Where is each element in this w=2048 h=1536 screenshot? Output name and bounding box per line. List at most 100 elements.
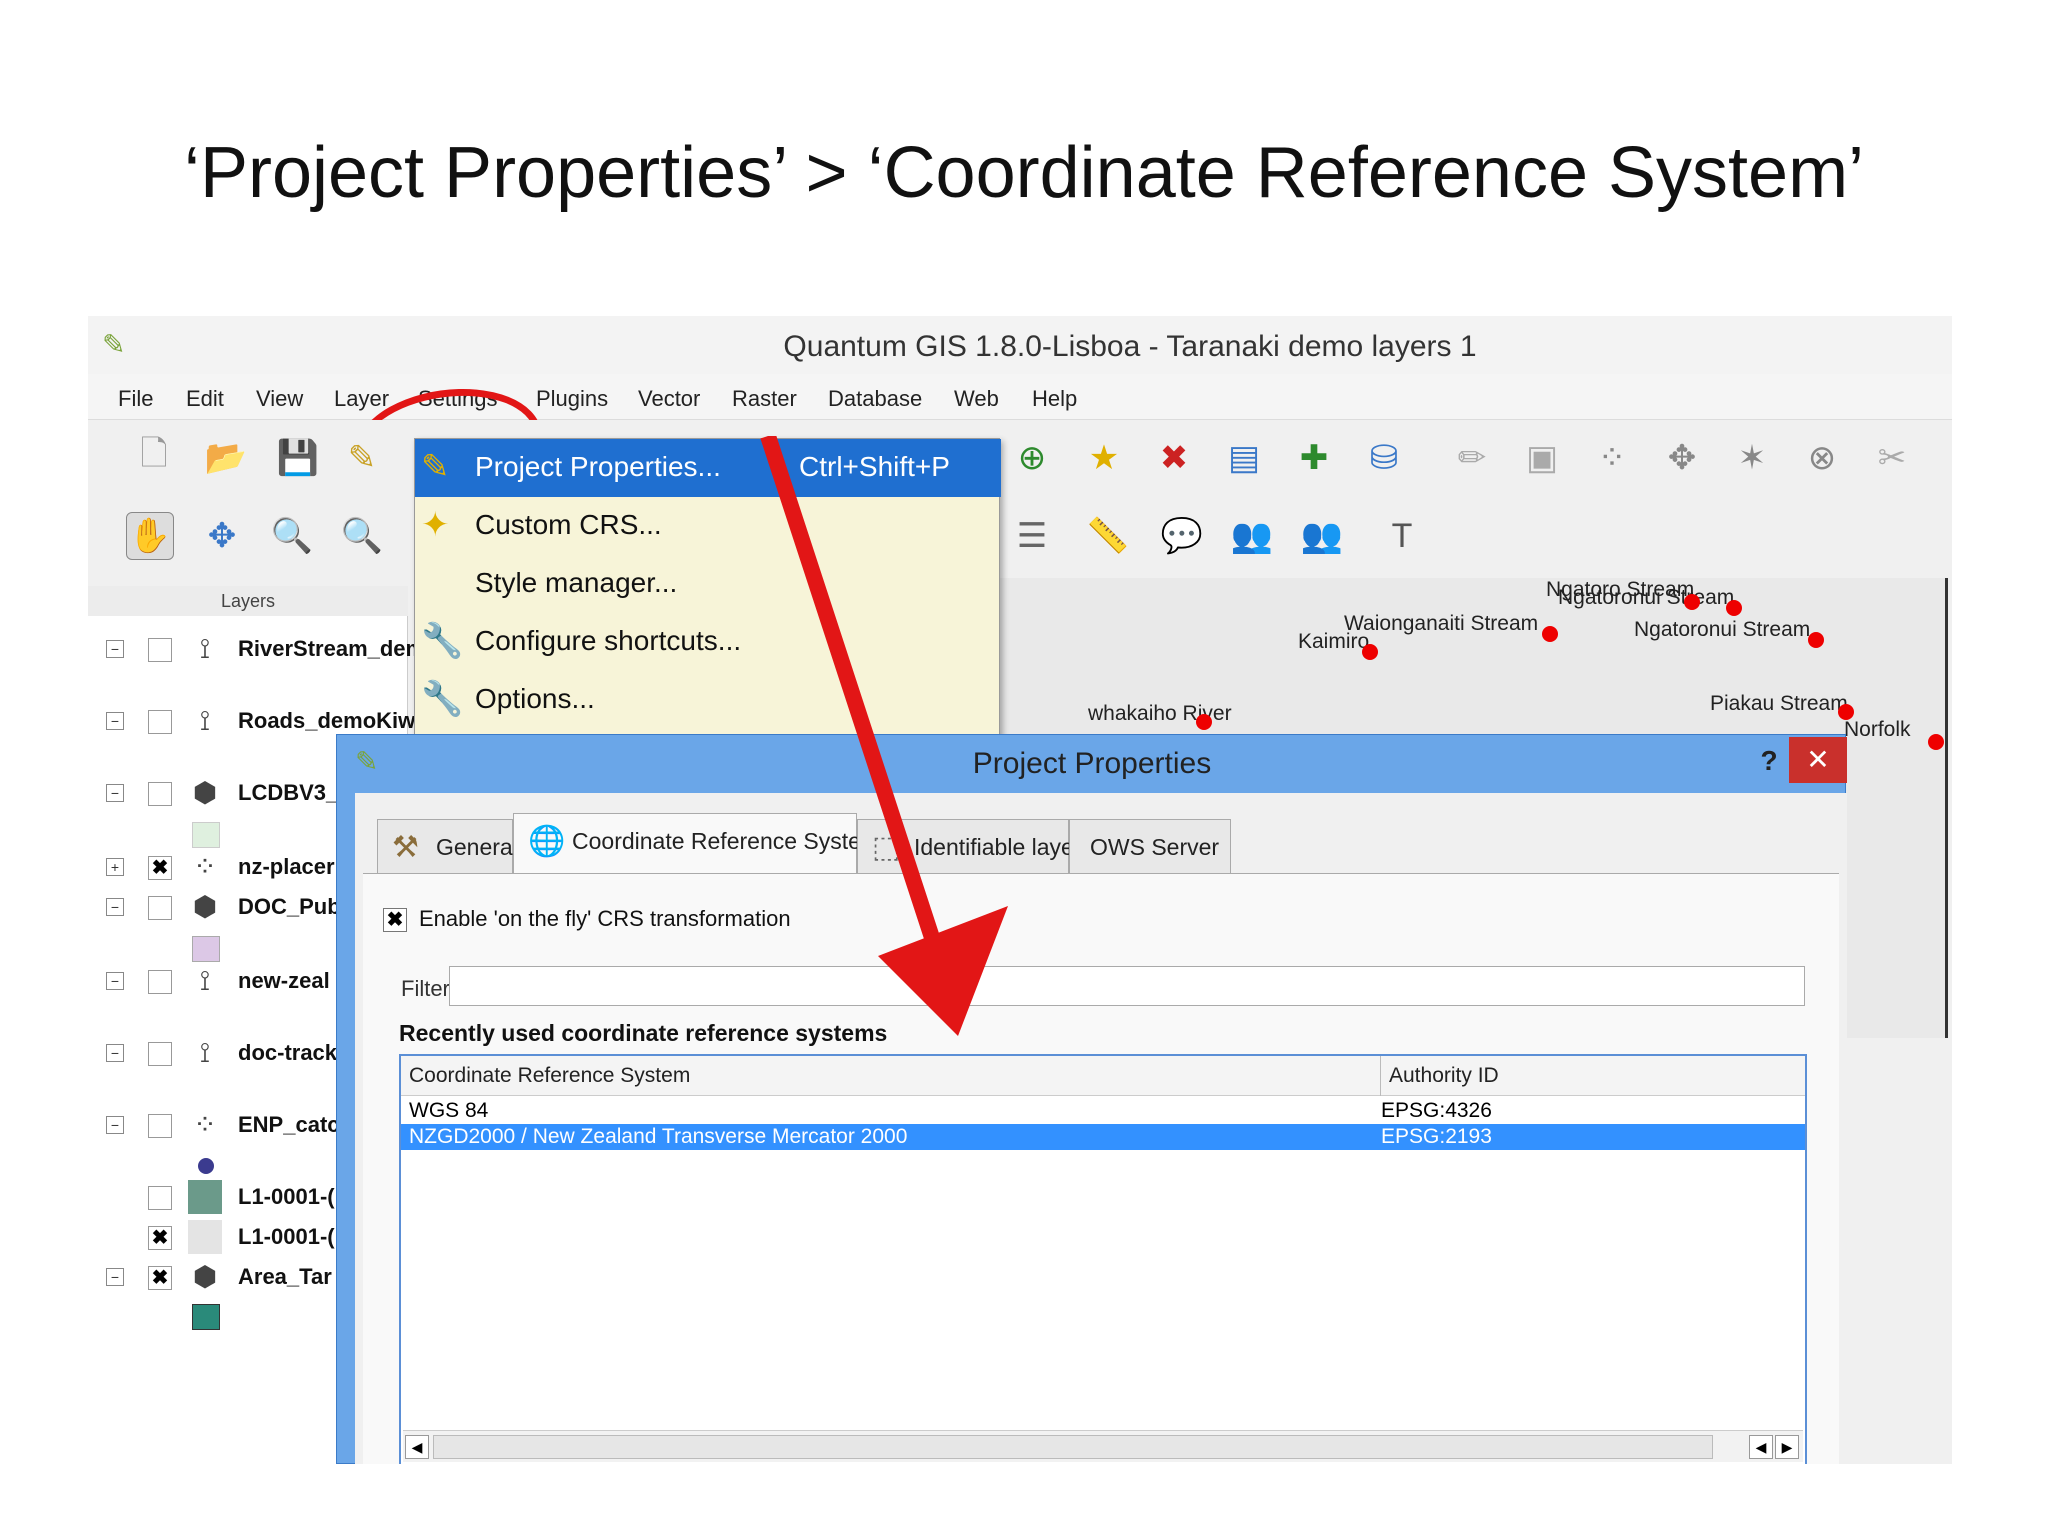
annotation-arrow-head: [878, 906, 1008, 1036]
cut-features-icon[interactable]: ✂: [1868, 434, 1916, 482]
save-as-icon[interactable]: ✎: [338, 434, 386, 482]
tab-ows-server[interactable]: OWS Server: [1069, 819, 1231, 873]
collapse-icon[interactable]: −: [106, 712, 124, 730]
layer-visibility-checkbox[interactable]: [148, 1186, 172, 1210]
menu-plugins[interactable]: Plugins: [536, 386, 608, 412]
tab-label: OWS Server: [1090, 834, 1220, 860]
new-layer-icon[interactable]: ▤: [1220, 434, 1268, 482]
horizontal-scrollbar[interactable]: ◀ ◀ ▶: [403, 1430, 1803, 1462]
layer-visibility-checkbox[interactable]: [148, 970, 172, 994]
remove-layer-icon[interactable]: ✖: [1150, 434, 1198, 482]
layer-name: ENP_catc: [238, 1112, 340, 1137]
scrollbar-thumb[interactable]: [433, 1435, 1713, 1459]
map-label: Kaimiro: [1298, 630, 1370, 653]
layer-visibility-checkbox[interactable]: [148, 782, 172, 806]
layer-visibility-checkbox[interactable]: ✖: [148, 1226, 172, 1250]
polygon-layer-icon: ⬢: [192, 891, 218, 922]
help-button[interactable]: ?: [1749, 741, 1789, 781]
layers-panel-header: Layers: [88, 586, 408, 616]
save-edits-icon[interactable]: ▣: [1518, 434, 1566, 482]
database-icon[interactable]: ⛁: [1360, 434, 1408, 482]
text-annotation-icon[interactable]: T: [1378, 512, 1426, 560]
collapse-icon[interactable]: −: [106, 1116, 124, 1134]
scroll-left-icon[interactable]: ◀: [1749, 1435, 1773, 1459]
new-bookmark-icon[interactable]: ★: [1080, 434, 1128, 482]
map-point: [1838, 704, 1854, 720]
layer-name: nz-placer: [238, 854, 335, 879]
layer-visibility-checkbox[interactable]: [148, 1114, 172, 1138]
scroll-right-icon[interactable]: ▶: [1775, 1435, 1799, 1459]
collapse-icon[interactable]: −: [106, 898, 124, 916]
edit-pencil-icon[interactable]: ✏: [1448, 434, 1496, 482]
map-label: Piakau Stream: [1710, 692, 1848, 715]
polygon-layer-icon: ⬢: [192, 1261, 218, 1292]
add-vector-icon[interactable]: ✚: [1290, 434, 1338, 482]
new-bookmark-people-icon[interactable]: 👥: [1228, 512, 1276, 560]
save-project-icon[interactable]: 💾: [274, 434, 322, 482]
close-button[interactable]: ✕: [1789, 737, 1847, 783]
menu-raster[interactable]: Raster: [732, 386, 797, 412]
layer-visibility-checkbox[interactable]: [148, 1042, 172, 1066]
map-label: Norfolk: [1844, 718, 1911, 741]
dialog-title: Project Properties: [972, 747, 1212, 780]
menu-file[interactable]: File: [118, 386, 153, 412]
table-header: Coordinate Reference System Authority ID: [401, 1056, 1805, 1096]
tools-icon: ⚒: [392, 831, 419, 864]
layer-visibility-checkbox[interactable]: [148, 638, 172, 662]
delete-selected-icon[interactable]: ⊗: [1798, 434, 1846, 482]
node-tool-icon[interactable]: ✶: [1728, 434, 1776, 482]
layer-name: L1-0001-(: [238, 1224, 335, 1249]
collapse-icon[interactable]: −: [106, 1268, 124, 1286]
pan-hand-icon[interactable]: ✋: [126, 512, 174, 560]
map-point: [1808, 632, 1824, 648]
map-label: Ngatoronui Stream: [1558, 586, 1735, 609]
map-point: [1542, 626, 1558, 642]
menu-edit[interactable]: Edit: [186, 386, 224, 412]
menu-layer[interactable]: Layer: [334, 386, 389, 412]
measure-icon[interactable]: 📏: [1084, 512, 1132, 560]
title-bar: ✎ Quantum GIS 1.8.0-Lisboa - Taranaki de…: [88, 316, 1952, 374]
collapse-icon[interactable]: −: [106, 1044, 124, 1062]
otf-transformation-checkbox[interactable]: ✖: [383, 908, 407, 932]
layer-item[interactable]: − ⟟ RiverStream_dem: [88, 632, 425, 672]
project-properties-icon: ✎: [421, 448, 450, 486]
collapse-icon[interactable]: −: [106, 972, 124, 990]
zoom-out-icon[interactable]: 🔍: [338, 512, 386, 560]
table-row-selected[interactable]: NZGD2000 / New Zealand Transverse Mercat…: [401, 1124, 1805, 1150]
show-bookmarks-icon[interactable]: 👥: [1298, 512, 1346, 560]
move-feature-icon[interactable]: ✥: [1658, 434, 1706, 482]
expand-icon[interactable]: +: [106, 858, 124, 876]
menu-view[interactable]: View: [256, 386, 303, 412]
menu-item-label: Custom CRS...: [475, 509, 662, 540]
table-row[interactable]: WGS 84 EPSG:4326: [401, 1098, 1805, 1124]
pan-to-selection-icon[interactable]: ✥: [198, 512, 246, 560]
layer-symbol-swatch: [192, 822, 220, 848]
collapse-icon[interactable]: −: [106, 640, 124, 658]
layer-name: Roads_demoKiw: [238, 708, 416, 733]
tab-general[interactable]: ⚒ General: [377, 819, 518, 873]
filter-input[interactable]: [449, 966, 1805, 1006]
add-feature-icon[interactable]: ⁘: [1588, 434, 1636, 482]
layer-symbol-swatch: [192, 1304, 220, 1330]
layer-visibility-checkbox[interactable]: [148, 710, 172, 734]
menu-vector[interactable]: Vector: [638, 386, 700, 412]
open-project-icon[interactable]: 📂: [202, 434, 250, 482]
collapse-icon[interactable]: −: [106, 784, 124, 802]
menu-database[interactable]: Database: [828, 386, 922, 412]
menu-web[interactable]: Web: [954, 386, 999, 412]
layer-visibility-checkbox[interactable]: ✖: [148, 856, 172, 880]
new-project-icon[interactable]: 🗋: [130, 434, 178, 482]
layer-visibility-checkbox[interactable]: ✖: [148, 1266, 172, 1290]
line-layer-icon: ⟟: [199, 965, 211, 996]
column-header-authority-id[interactable]: Authority ID: [1381, 1056, 1805, 1096]
slide: ‘Project Properties’ > ‘Coordinate Refer…: [0, 0, 2048, 1536]
project-properties-dialog: ✎ Project Properties ? ✕ ⚒ General 🌐 Coo…: [336, 734, 1847, 1464]
window-title: Quantum GIS 1.8.0-Lisboa - Taranaki demo…: [783, 330, 1477, 363]
zoom-in-icon[interactable]: 🔍: [268, 512, 316, 560]
map-tips-icon[interactable]: 💬: [1158, 512, 1206, 560]
otf-transformation-label: Enable 'on the fly' CRS transformation: [419, 906, 791, 931]
layer-name: doc-track: [238, 1040, 338, 1065]
menu-help[interactable]: Help: [1032, 386, 1077, 412]
scroll-left-icon[interactable]: ◀: [405, 1435, 429, 1459]
layer-visibility-checkbox[interactable]: [148, 896, 172, 920]
